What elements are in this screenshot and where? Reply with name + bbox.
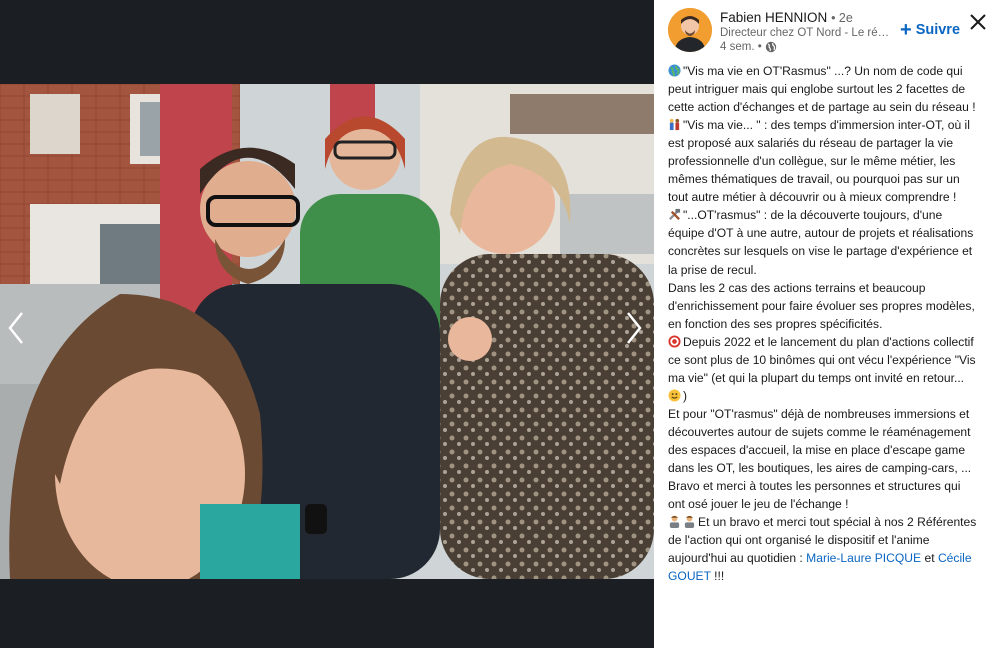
post-paragraph-otrasmus-topics: Et pour "OT'rasmus" déjà de nombreuses i… [668,405,980,477]
author-line: Fabien HENNION • 2e [720,10,853,25]
post-time: 4 sem. • [720,41,762,53]
post-text-p2: "Vis ma vie... " : des temps d'immersion… [668,118,970,205]
post-text-p8-end: !!! [714,569,725,584]
chevron-right-icon [627,312,642,344]
person-emoji-icon-2 [684,516,695,529]
chevron-left-icon [8,312,23,344]
post-text-p5-end: ) [683,388,688,403]
close-icon [970,14,986,30]
media-pane [0,0,654,648]
post-viewer: "Vis ma vie en OT'Rasmus" ...? Un nom de… [0,0,992,648]
post-photo [0,84,654,579]
post-body: "Vis ma vie en OT'Rasmus" ...? Un nom de… [668,62,980,585]
post-text-and: et [924,551,935,566]
post-paragraph-since-2022: Depuis 2022 et le lancement du plan d'ac… [668,333,980,405]
post-meta: 4 sem. • [720,41,777,53]
post-paragraph-otrasmus: "...OT'rasmus" : de la découverte toujou… [668,206,980,278]
author-headline: Directeur chez OT Nord - Le réseau des o… [720,27,892,39]
post-paragraph-intro: "Vis ma vie en OT'Rasmus" ...? Un nom de… [668,62,980,116]
post-text-p1: "Vis ma vie en OT'Rasmus" ...? Un nom de… [668,64,976,115]
post-text-p4: Dans les 2 cas des actions terrains et b… [668,280,975,331]
close-button[interactable] [968,12,990,34]
plus-icon: + [900,19,912,41]
mention-marie-laure-picque[interactable]: Marie-Laure PICQUE [806,551,921,565]
post-details-pane: "Vis ma vie en OT'Rasmus" ...? Un nom de… [654,0,992,648]
post-text-p3: "...OT'rasmus" : de la découverte toujou… [668,208,974,277]
post-header: Fabien HENNION • 2e Directeur chez OT No… [654,0,992,62]
next-image-button[interactable] [620,308,648,348]
smiley-emoji-icon [668,389,681,402]
post-paragraph-actions: Dans les 2 cas des actions terrains et b… [668,279,980,333]
globe-emoji-icon [668,64,681,77]
post-text-p6: Et pour "OT'rasmus" déjà de nombreuses i… [668,406,972,476]
person-avatar-icon [668,8,712,52]
post-text-p5: Depuis 2022 et le lancement du plan d'ac… [668,334,976,385]
connection-degree: • 2e [831,11,853,25]
person-emoji-icon [669,516,680,529]
target-emoji-icon [668,335,681,348]
people-emoji-icon [669,119,680,131]
tools-emoji-icon [669,209,681,221]
post-text-p7: Bravo et merci à toutes les personnes et… [668,479,961,512]
follow-label: Suivre [915,22,961,38]
author-avatar[interactable] [668,8,712,52]
previous-image-button[interactable] [2,308,30,348]
author-name[interactable]: Fabien HENNION [720,10,827,25]
globe-icon [765,41,776,53]
post-paragraph-vis-ma-vie: "Vis ma vie... " : des temps d'immersion… [668,116,980,206]
follow-button[interactable]: + Suivre [900,19,961,41]
post-paragraph-thanks: Bravo et merci à toutes les personnes et… [668,477,980,513]
post-paragraph-referents: Et un bravo et merci tout spécial à nos … [668,513,980,585]
